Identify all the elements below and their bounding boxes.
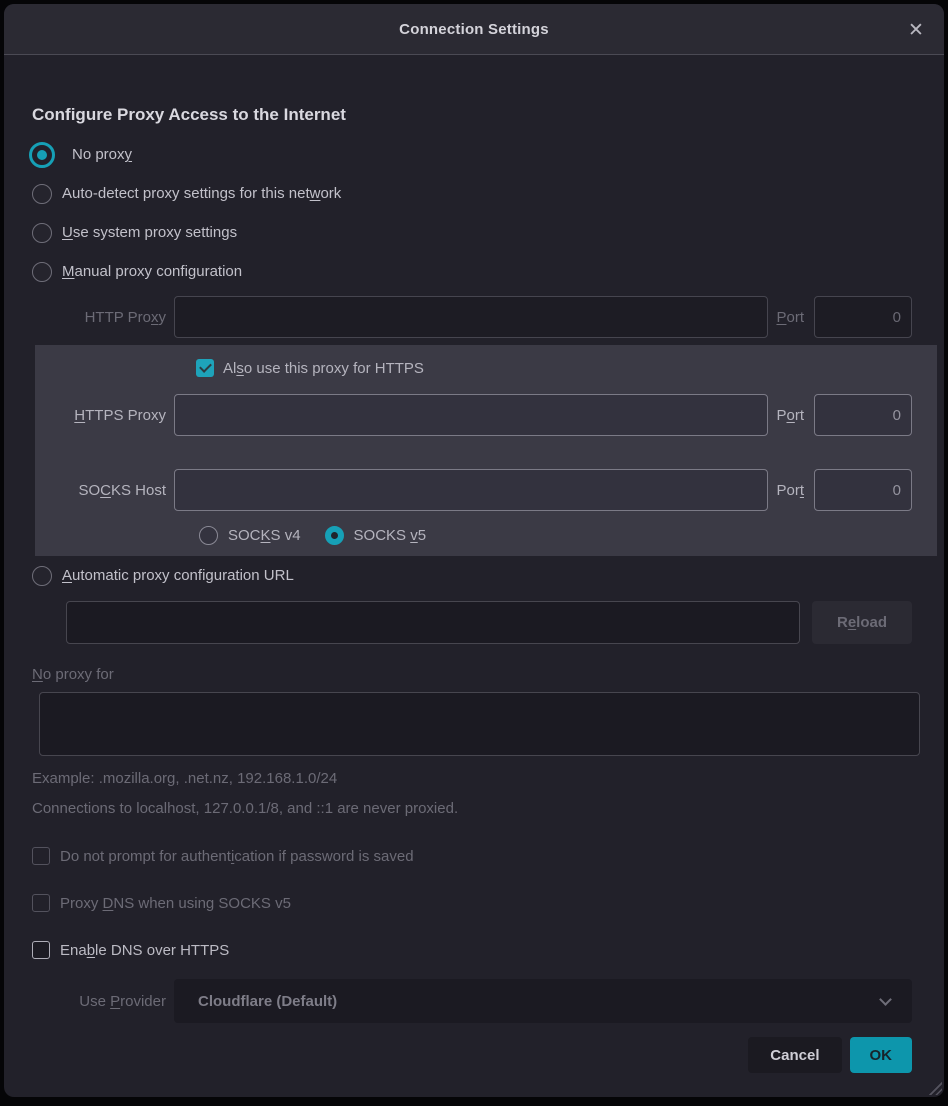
https-proxy-row: HTTPS Proxy Port bbox=[32, 394, 912, 436]
http-proxy-input[interactable] bbox=[174, 296, 768, 338]
socks-host-label: SOCKS Host bbox=[32, 482, 166, 499]
share-proxy-checkbox-row[interactable]: Also use this proxy for HTTPS bbox=[196, 353, 937, 383]
dialog-title: Connection Settings bbox=[399, 21, 549, 38]
https-proxy-input[interactable] bbox=[174, 394, 768, 436]
checkbox-row-no-auth-prompt[interactable]: Do not prompt for authentication if pass… bbox=[32, 841, 944, 871]
radio-icon[interactable] bbox=[32, 566, 52, 586]
radio-icon[interactable] bbox=[32, 223, 52, 243]
ok-button[interactable]: OK bbox=[850, 1037, 913, 1073]
https-proxy-label: HTTPS Proxy bbox=[32, 407, 166, 424]
doh-provider-select[interactable]: Cloudflare (Default) bbox=[174, 979, 912, 1023]
radio-icon[interactable] bbox=[32, 262, 52, 282]
title-bar: Connection Settings ✕ bbox=[4, 4, 944, 55]
radio-label: Use system proxy settings bbox=[62, 224, 237, 241]
no-proxy-example-text: Example: .mozilla.org, .net.nz, 192.168.… bbox=[32, 770, 944, 787]
radio-label-socks-v4: SOCKS v4 bbox=[228, 527, 301, 544]
socks-host-input[interactable] bbox=[174, 469, 768, 511]
https-socks-highlight-section: Also use this proxy for HTTPS HTTPS Prox… bbox=[35, 345, 937, 556]
chevron-down-icon bbox=[879, 993, 892, 1006]
cancel-button[interactable]: Cancel bbox=[748, 1037, 841, 1073]
resize-grip[interactable] bbox=[927, 1080, 942, 1095]
dialog-footer: Cancel OK bbox=[4, 1037, 912, 1073]
use-provider-label: Use Provider bbox=[32, 993, 166, 1010]
no-proxy-for-label: No proxy for bbox=[32, 666, 944, 683]
reload-button[interactable]: Reload bbox=[812, 601, 912, 644]
radio-label: No proxy bbox=[72, 146, 132, 163]
https-port-label: Port bbox=[776, 407, 804, 424]
radio-option-auto-url[interactable]: Automatic proxy configuration URL bbox=[32, 556, 944, 595]
checkbox-checked-icon[interactable] bbox=[196, 359, 214, 377]
radio-option-no-proxy[interactable]: No proxy bbox=[32, 135, 944, 174]
radio-icon-selected[interactable] bbox=[29, 142, 55, 168]
no-proxy-note-text: Connections to localhost, 127.0.0.1/8, a… bbox=[32, 800, 944, 817]
close-icon: ✕ bbox=[908, 19, 924, 42]
radio-option-auto-detect[interactable]: Auto-detect proxy settings for this netw… bbox=[32, 174, 944, 213]
selected-provider-value: Cloudflare (Default) bbox=[198, 993, 337, 1010]
checkbox-unchecked-icon[interactable] bbox=[32, 941, 50, 959]
radio-label: Manual proxy configuration bbox=[62, 263, 242, 280]
radio-label: Auto-detect proxy settings for this netw… bbox=[62, 185, 341, 202]
socks-host-row: SOCKS Host Port bbox=[32, 469, 912, 511]
no-proxy-for-textarea[interactable] bbox=[39, 692, 920, 756]
http-port-label: Port bbox=[776, 309, 804, 326]
checkbox-unchecked-icon[interactable] bbox=[32, 847, 50, 865]
socks-port-label: Port bbox=[776, 482, 804, 499]
doh-provider-row: Use Provider Cloudflare (Default) bbox=[32, 979, 912, 1023]
radio-label: Automatic proxy configuration URL bbox=[62, 567, 294, 584]
socks-version-row: SOCKS v4 SOCKS v5 bbox=[199, 523, 937, 547]
checkbox-label: Also use this proxy for HTTPS bbox=[223, 360, 424, 377]
socks-port-input[interactable] bbox=[814, 469, 912, 511]
checkbox-unchecked-icon[interactable] bbox=[32, 894, 50, 912]
radio-socks-v5-selected[interactable] bbox=[325, 526, 344, 545]
checkbox-label: Enable DNS over HTTPS bbox=[60, 942, 229, 959]
close-button[interactable]: ✕ bbox=[902, 16, 930, 44]
auto-url-row: Reload bbox=[66, 601, 912, 644]
checkbox-label: Do not prompt for authentication if pass… bbox=[60, 848, 414, 865]
http-proxy-label: HTTP Proxy bbox=[32, 309, 166, 326]
checkbox-label: Proxy DNS when using SOCKS v5 bbox=[60, 895, 291, 912]
https-port-input[interactable] bbox=[814, 394, 912, 436]
radio-label-socks-v5: SOCKS v5 bbox=[354, 527, 427, 544]
checkbox-row-enable-doh[interactable]: Enable DNS over HTTPS bbox=[32, 935, 944, 965]
radio-socks-v4[interactable] bbox=[199, 526, 218, 545]
http-proxy-row: HTTP Proxy Port bbox=[32, 296, 912, 338]
page-title: Configure Proxy Access to the Internet bbox=[32, 105, 944, 125]
dialog-body: Configure Proxy Access to the Internet N… bbox=[4, 55, 944, 1073]
http-port-input[interactable] bbox=[814, 296, 912, 338]
connection-settings-dialog: Connection Settings ✕ Configure Proxy Ac… bbox=[4, 4, 944, 1097]
checkbox-row-proxy-dns-socks5[interactable]: Proxy DNS when using SOCKS v5 bbox=[32, 888, 944, 918]
radio-option-system-proxy[interactable]: Use system proxy settings bbox=[32, 213, 944, 252]
radio-option-manual-proxy[interactable]: Manual proxy configuration bbox=[32, 252, 944, 291]
radio-icon[interactable] bbox=[32, 184, 52, 204]
auto-url-input[interactable] bbox=[66, 601, 800, 644]
